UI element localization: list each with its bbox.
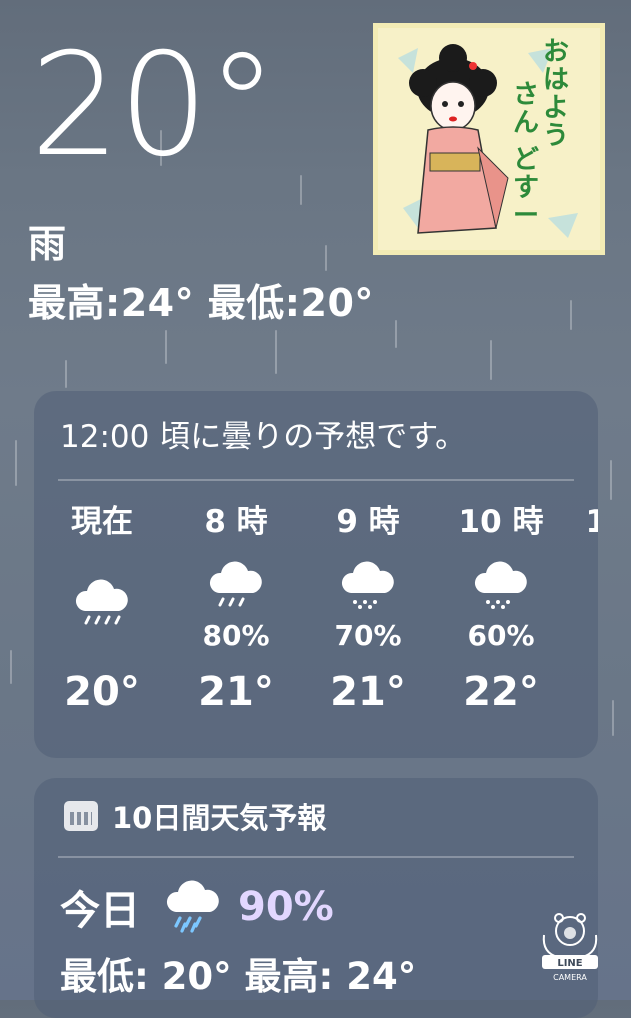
hour-item: 8 時 80% 21° [176,501,296,715]
today-precip: 90% [238,884,334,930]
hour-item: 10 時 60% 22° [441,501,561,715]
hour-item: 11 時 5 2 [568,501,598,653]
rain-cloud-icon [176,559,296,619]
svg-text:よ: よ [543,93,569,123]
hour-label: 9 時 [336,504,400,540]
hour-label: 8 時 [204,504,268,540]
divider [58,856,574,858]
current-temperature: 20° [30,23,278,188]
precip-chance: 80% [202,619,270,652]
watermark-line-text: LINE [557,958,582,969]
hour-temp: 21° [330,669,406,715]
rain-cloud-icon [42,577,162,637]
svg-text:ー: ー [513,201,539,231]
rain-cloud-icon [441,559,561,619]
svg-text:ど: ど [513,145,539,175]
hourly-list[interactable]: 現在 20° 8 時 80% 21° 9 時 70% 21° 10 時 60% … [34,501,598,741]
hour-temp: 20° [64,669,140,715]
line-camera-watermark: LINE CAMERA [530,905,610,985]
hourly-forecast-card[interactable]: 12:00 頃に曇りの予想です。 現在 20° 8 時 80% 21° 9 時 [34,391,598,758]
ten-day-title: 10日間天気予報 [112,801,327,835]
rain-cloud-icon [308,559,428,619]
today-row[interactable]: 今日 90% [60,878,334,936]
ten-day-header: 10日間天気予報 [64,795,326,837]
maiko-sticker-image: おは よう さん どす ー [373,23,605,255]
calendar-icon [64,801,98,831]
ten-day-forecast-card[interactable]: 10日間天気予報 今日 90% 最低: 20° 最高: 24° [34,778,598,1018]
hour-label: 11 時 [585,504,598,540]
svg-text:う: う [543,121,569,151]
rain-cloud-icon [162,880,224,934]
svg-text:は: は [543,65,569,95]
precip-chance [42,637,162,671]
current-condition: 雨 [28,222,67,266]
hourly-summary: 12:00 頃に曇りの予想です。 [60,419,467,455]
hour-label: 現在 [71,504,133,540]
hour-item: 現在 20° [42,501,162,715]
hour-temp: 22° [463,669,539,715]
hour-temp: 21° [198,669,274,715]
hour-item: 9 時 70% 21° [308,501,428,715]
watermark-camera-text: CAMERA [553,973,587,982]
precip-chance: 60% [467,619,535,652]
hour-label: 10 時 [458,504,544,540]
precip-chance: 70% [334,619,402,652]
svg-text:ん: ん [513,108,539,138]
divider [58,479,574,481]
svg-text:お: お [543,37,569,67]
today-label: 今日 [60,888,140,934]
rain-cloud-icon [568,559,598,619]
precip-chance: 5 [568,619,598,653]
today-range: 最低: 20° 最高: 24° [60,955,417,998]
current-high-low: 最高:24° 最低:20° [28,281,374,325]
svg-text:さ: さ [513,80,539,110]
hour-temp: 2 [568,669,598,715]
svg-text:す: す [513,173,539,203]
